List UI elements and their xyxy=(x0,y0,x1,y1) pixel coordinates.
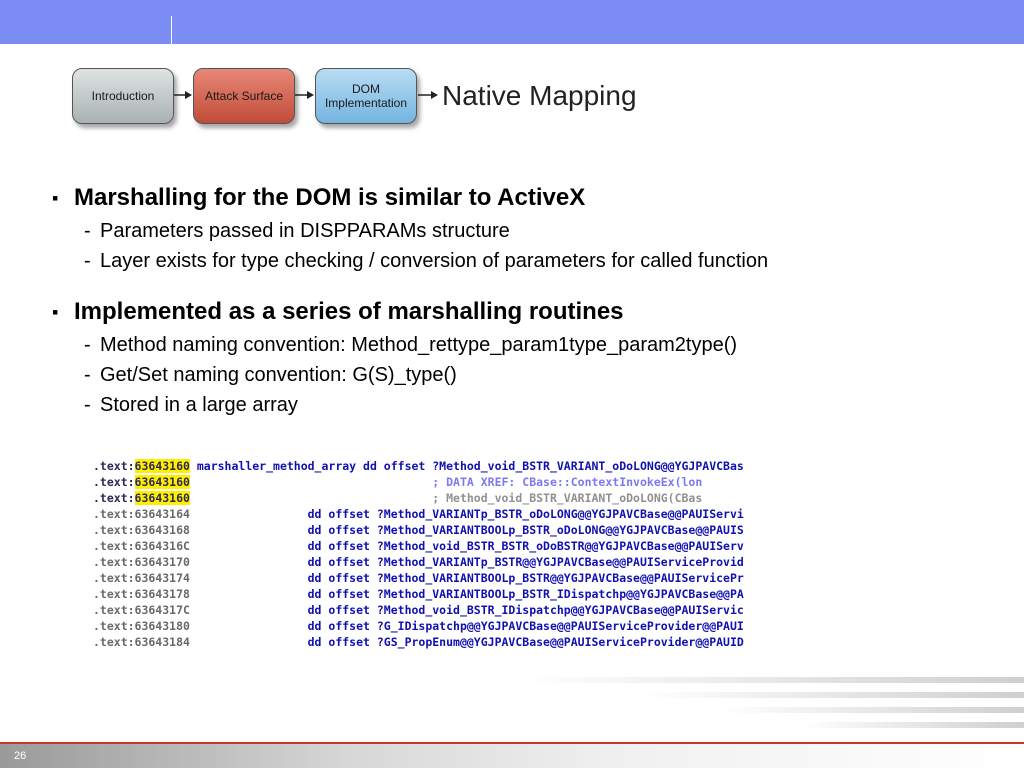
current-section-title: Native Mapping xyxy=(442,80,637,111)
sub-bullet-text: Layer exists for type checking / convers… xyxy=(100,250,769,272)
code-line: .text:63643174 dd offset ?Method_VARIANT… xyxy=(93,570,895,586)
arrow-right-icon xyxy=(174,91,192,99)
arrow-right-icon xyxy=(418,91,438,99)
bullet-text: Marshalling for the DOM is similar to Ac… xyxy=(74,184,586,211)
code-address-prefix: .text: xyxy=(93,459,135,473)
sub-bullet: - Get/Set naming convention: G(S)_type() xyxy=(50,360,1010,390)
bullet-point: ▪ Implemented as a series of marshalling… xyxy=(50,294,1010,330)
decorative-stripe xyxy=(520,677,1024,683)
code-address: .text:63643180 xyxy=(93,619,190,633)
dash-marker: - xyxy=(84,220,91,242)
code-line: .text:6364316C dd offset ?Method_void_BS… xyxy=(93,538,895,554)
code-address-prefix: .text: xyxy=(93,491,135,505)
code-text: dd offset ?Method_VARIANTp_BSTR_oDoLONG@… xyxy=(189,507,744,521)
flow-step-dom-implementation: DOM Implementation xyxy=(315,68,417,124)
code-line: .text:63643168 dd offset ?Method_VARIANT… xyxy=(93,522,895,538)
decorative-stripe xyxy=(720,707,1024,713)
flow-step-label: DOM Implementation xyxy=(325,82,407,110)
code-text: dd offset ?Method_VARIANTp_BSTR@@YGJPAVC… xyxy=(189,555,744,569)
code-line: .text:63643180 dd offset ?G_IDispatchp@@… xyxy=(93,618,895,634)
code-address-highlight: 63643160 xyxy=(134,475,190,489)
code-address: .text:63643178 xyxy=(93,587,190,601)
code-text: dd offset ?Method_void_BSTR_IDispatchp@@… xyxy=(189,603,744,617)
code-line: .text:63643178 dd offset ?Method_VARIANT… xyxy=(93,586,895,602)
sub-bullet-text: Get/Set naming convention: G(S)_type() xyxy=(100,364,457,386)
code-address-highlight: 63643160 xyxy=(134,459,190,473)
sub-bullet-text: Parameters passed in DISPPARAMs structur… xyxy=(100,220,510,242)
sub-bullet-text: Stored in a large array xyxy=(100,394,298,416)
decorative-stripe xyxy=(800,722,1024,728)
section-flow: Introduction Attack Surface DOM Implemen… xyxy=(0,0,1024,140)
sub-bullet-text: Method naming convention: Method_rettype… xyxy=(100,334,738,356)
code-text: dd offset ?Method_void_BSTR_BSTR_oDoBSTR… xyxy=(189,539,744,553)
code-address: .text:6364317C xyxy=(93,603,190,617)
code-comment: ; Method_void_BSTR_VARIANT_oDoLONG(CBas xyxy=(189,491,703,505)
flow-step-introduction: Introduction xyxy=(72,68,174,124)
code-text: marshaller_method_array dd offset ?Metho… xyxy=(189,459,744,473)
sub-bullet: - Method naming convention: Method_retty… xyxy=(50,330,1010,360)
bullet-point: ▪ Marshalling for the DOM is similar to … xyxy=(50,180,1010,216)
sub-bullet: - Stored in a large array xyxy=(50,390,1010,420)
sub-bullet: - Parameters passed in DISPPARAMs struct… xyxy=(50,216,1010,246)
code-text: dd offset ?G_IDispatchp@@YGJPAVCBase@@PA… xyxy=(189,619,744,633)
code-line: .text:63643170 dd offset ?Method_VARIANT… xyxy=(93,554,895,570)
code-address: .text:63643170 xyxy=(93,555,190,569)
square-bullet-icon: ▪ xyxy=(52,302,59,322)
flow-step-label: Attack Surface xyxy=(204,89,284,103)
code-line: .text:6364317C dd offset ?Method_void_BS… xyxy=(93,602,895,618)
dash-marker: - xyxy=(84,250,91,272)
code-line: .text:63643164 dd offset ?Method_VARIANT… xyxy=(93,506,895,522)
code-text: dd offset ?Method_VARIANTBOOLp_BSTR_oDoL… xyxy=(189,523,744,537)
code-address-highlight: 63643160 xyxy=(134,491,190,505)
code-address-prefix: .text: xyxy=(93,475,135,489)
code-line: .text:63643160 ; Method_void_BSTR_VARIAN… xyxy=(93,490,895,506)
decorative-stripe xyxy=(640,692,1024,698)
footer-bar xyxy=(0,742,1024,768)
footer-divider xyxy=(0,742,1024,744)
code-text: dd offset ?Method_VARIANTBOOLp_BSTR_IDis… xyxy=(189,587,744,601)
slide-content: ▪ Marshalling for the DOM is similar to … xyxy=(50,180,1010,420)
code-address: .text:63643168 xyxy=(93,523,190,537)
arrow-right-icon xyxy=(295,91,314,99)
page-number: 26 xyxy=(14,750,27,762)
code-line: .text:63643160 marshaller_method_array d… xyxy=(93,458,895,474)
code-address: .text:63643184 xyxy=(93,635,190,649)
sub-bullet: - Layer exists for type checking / conve… xyxy=(50,246,1010,276)
flow-step-label-line2: Implementation xyxy=(324,96,408,110)
bullet-text: Implemented as a series of marshalling r… xyxy=(74,298,624,325)
dash-marker: - xyxy=(84,394,91,416)
flow-step-label: Introduction xyxy=(91,89,155,103)
dash-marker: - xyxy=(84,364,91,386)
disassembly-listing: .text:63643160 marshaller_method_array d… xyxy=(93,458,895,654)
code-text: dd offset ?Method_VARIANTBOOLp_BSTR@@YGJ… xyxy=(189,571,744,585)
code-address: .text:63643164 xyxy=(93,507,190,521)
code-line: .text:63643160 ; DATA XREF: CBase::Conte… xyxy=(93,474,895,490)
code-comment: ; DATA XREF: CBase::ContextInvokeEx(lon xyxy=(189,475,703,489)
square-bullet-icon: ▪ xyxy=(52,188,59,208)
flow-step-attack-surface: Attack Surface xyxy=(193,68,295,124)
code-line: .text:63643184 dd offset ?GS_PropEnum@@Y… xyxy=(93,634,895,650)
code-address: .text:6364316C xyxy=(93,539,190,553)
code-address: .text:63643174 xyxy=(93,571,190,585)
flow-step-label-line1: DOM xyxy=(351,82,380,96)
code-text: dd offset ?GS_PropEnum@@YGJPAVCBase@@PAU… xyxy=(189,635,744,649)
dash-marker: - xyxy=(84,334,91,356)
